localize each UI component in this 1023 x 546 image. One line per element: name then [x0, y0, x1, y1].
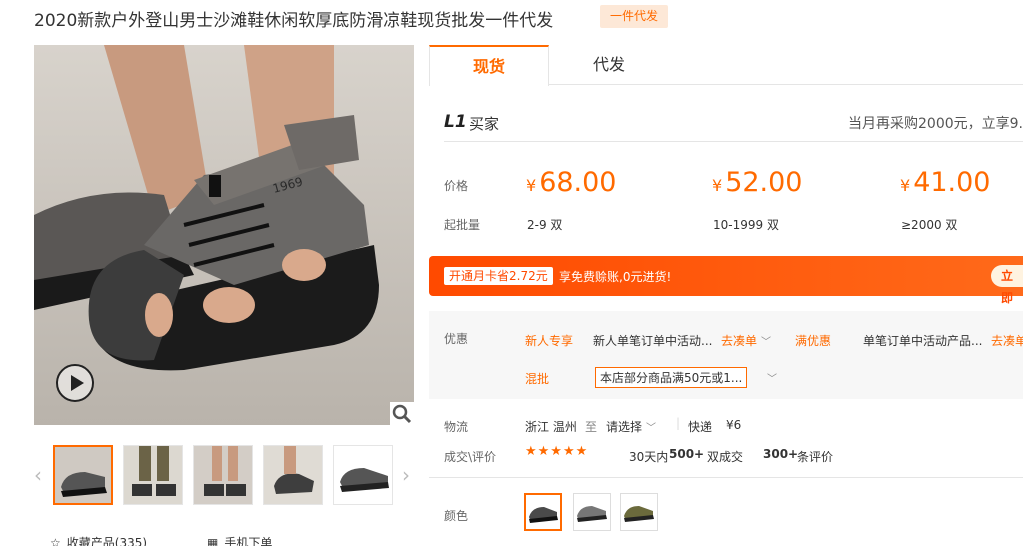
logistics-origin: 浙江 温州 — [525, 420, 577, 434]
moq-label: 起批量 — [444, 218, 481, 232]
thumbnail-strip — [53, 445, 393, 505]
promotions-label: 优惠 — [444, 332, 469, 346]
moq-tier-1: 2-9 双 — [527, 218, 563, 232]
deals-suffix: 双成交 — [707, 450, 744, 464]
price-tier-3: ¥41.00 — [900, 167, 991, 198]
thumbnail-5[interactable] — [333, 445, 393, 505]
membership-open-button[interactable]: 立即 — [991, 265, 1023, 305]
zoom-icon[interactable] — [390, 402, 414, 426]
qr-code-icon: ▦ — [207, 535, 219, 546]
buyer-level-row: L1 买家 当月再采购2000元，立享9.8 — [444, 110, 1023, 142]
mixed-batch-tag: 混批 — [525, 372, 550, 386]
dropship-badge: 一件代发 — [600, 5, 669, 28]
membership-banner-text: 享免费赊账,0元进货! — [559, 270, 672, 284]
mixed-batch-desc[interactable]: 本店部分商品满50元或1... — [595, 367, 748, 388]
mobile-order-link[interactable]: ▦ 手机下单 — [207, 534, 272, 546]
deals-prefix: 30天内 — [629, 450, 669, 464]
moq-tier-2: 10-1999 双 — [713, 218, 779, 232]
membership-banner[interactable]: 开通月卡省2.72元 享免费赊账,0元进货! 立即 — [429, 256, 1023, 305]
play-video-button[interactable] — [56, 364, 94, 402]
promotions-box: 优惠 新人专享 新人单笔订单中活动... 去凑单 ﹀ 满优惠 单笔订单中活动产品.… — [429, 311, 1023, 399]
logistics-to: 至 — [585, 420, 598, 434]
new-user-tag: 新人专享 — [525, 334, 574, 348]
discount-tag: 满优惠 — [795, 334, 832, 348]
star-outline-icon: ☆ — [50, 535, 61, 546]
purchase-tabs: 现货 代发 — [429, 45, 1023, 86]
thumbnail-3[interactable] — [193, 445, 253, 505]
discount-desc: 单笔订单中活动产品... — [863, 334, 983, 348]
review-count[interactable]: 300+ — [763, 447, 798, 461]
price-label: 价格 — [444, 179, 469, 193]
reviews-label: 成交\评价 — [444, 450, 497, 464]
thumb-prev-icon[interactable]: ‹ — [34, 463, 42, 487]
thumbnail-4[interactable] — [263, 445, 323, 505]
color-option-1[interactable] — [524, 493, 562, 531]
color-label: 颜色 — [444, 509, 469, 523]
buyer-level-label: 买家 — [469, 115, 500, 133]
review-suffix: 条评价 — [797, 450, 834, 464]
chevron-down-icon[interactable]: ﹀ — [767, 370, 777, 385]
product-title: 2020新款户外登山男士沙滩鞋休闲软厚底防滑凉鞋现货批发一件代发 — [34, 11, 554, 31]
buyer-level-badge: L1 — [444, 112, 467, 132]
chevron-down-icon: ﹀ — [761, 337, 772, 348]
tab-dropship[interactable]: 代发 — [549, 45, 669, 85]
moq-tier-3: ≥2000 双 — [901, 218, 958, 232]
thumb-next-icon[interactable]: › — [402, 463, 410, 487]
membership-saving-tag: 开通月卡省2.72元 — [444, 267, 553, 285]
shipping-method: 快递 — [688, 420, 713, 434]
new-user-desc: 新人单笔订单中活动... — [593, 334, 713, 348]
main-product-image[interactable]: 1969 — [34, 45, 414, 425]
thumbnail-2[interactable] — [123, 445, 183, 505]
color-option-3[interactable] — [620, 493, 658, 531]
thumbnail-1[interactable] — [53, 445, 113, 505]
logistics-label: 物流 — [444, 420, 469, 434]
favorite-link[interactable]: ☆ 收藏产品(335) — [50, 534, 147, 546]
color-option-2[interactable] — [573, 493, 611, 531]
deals-count[interactable]: 500+ — [669, 447, 704, 461]
rating-stars-icon: ★★★★★ — [525, 444, 589, 459]
chevron-down-icon: ﹀ — [646, 423, 657, 434]
go-collect-button-2[interactable]: 去凑单 — [991, 332, 1023, 349]
buyer-upgrade-promo[interactable]: 当月再采购2000元，立享9.8 — [848, 113, 1023, 133]
go-collect-button-1[interactable]: 去凑单 ﹀ — [721, 332, 771, 349]
price-tier-2: ¥52.00 — [712, 167, 803, 198]
tab-spot[interactable]: 现货 — [429, 45, 549, 86]
divider — [429, 477, 1023, 478]
price-tier-1: ¥68.00 — [526, 167, 617, 198]
shipping-fee: ¥6 — [726, 418, 742, 432]
destination-select[interactable]: 请选择 ﹀ — [606, 418, 656, 435]
